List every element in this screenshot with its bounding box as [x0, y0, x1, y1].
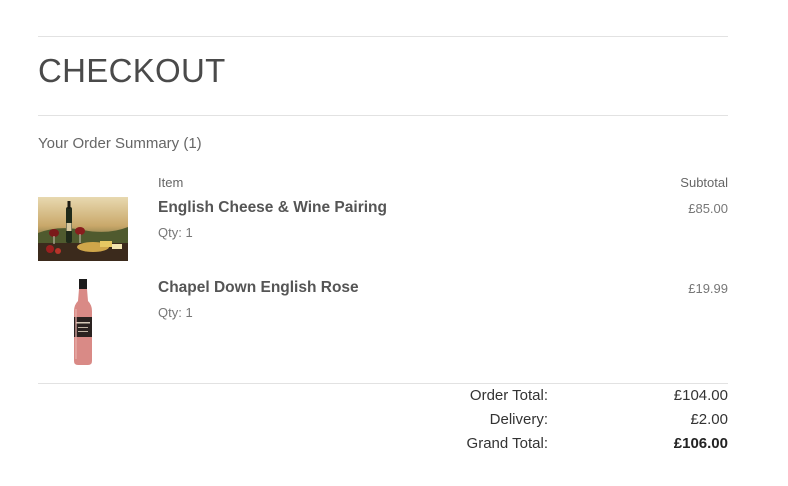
item-subtotal: £85.00: [688, 201, 728, 216]
item-column-header: Item: [158, 175, 184, 190]
page-title: CHECKOUT: [38, 52, 226, 89]
item-subtotal: £19.99: [688, 281, 728, 296]
order-total-value: £104.00: [673, 387, 728, 404]
grand-total-value: £106.00: [673, 435, 728, 452]
item-name[interactable]: Chapel Down English Rose: [158, 279, 359, 297]
item-name[interactable]: English Cheese & Wine Pairing: [158, 199, 387, 217]
order-item-row: English Cheese & Wine Pairing Qty: 1 £85…: [38, 197, 728, 289]
item-quantity: Qty: 1: [158, 225, 193, 240]
subtotal-column-header: Subtotal: [680, 175, 728, 190]
totals-divider: [38, 383, 728, 384]
cheese-wine-image: [38, 197, 128, 261]
top-divider: [38, 36, 728, 37]
rose-bottle-image: [38, 279, 128, 365]
delivery-value: £2.00: [690, 411, 728, 428]
order-summary-heading: Your Order Summary (1): [38, 135, 202, 152]
order-item-row: Chapel Down English Rose Qty: 1 £19.99: [38, 279, 728, 369]
item-quantity: Qty: 1: [158, 305, 193, 320]
delivery-label: Delivery:: [489, 411, 548, 428]
order-total-label: Order Total:: [469, 387, 548, 404]
grand-total-label: Grand Total:: [466, 435, 548, 452]
title-divider: [38, 115, 728, 116]
